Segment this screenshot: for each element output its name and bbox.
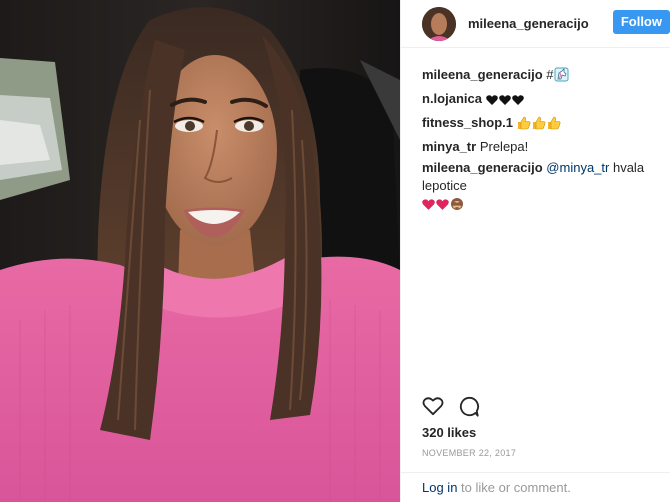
caption-username[interactable]: mileena_generacijo [422,67,543,82]
comment-mention[interactable]: @minya_tr [546,160,609,175]
red-heart-icon [436,198,449,216]
comment-username[interactable]: n.lojanica [422,91,482,106]
comment-text: Prelepa! [479,139,529,154]
post-date[interactable]: NOVEMBER 22, 2017 [422,448,516,458]
instagram-post: mileena_generacijo Follow mileena_genera… [0,0,670,502]
post-side-panel: mileena_generacijo Follow mileena_genera… [400,0,670,502]
comment-username[interactable]: minya_tr [422,139,476,154]
comment-item: n.lojanica [422,90,667,111]
comment-item: fitness_shop.1 [422,114,667,135]
login-link[interactable]: Log in [422,480,457,495]
likes-count[interactable]: 320 likes [422,425,476,440]
comment-bubble-icon[interactable] [458,396,480,423]
thumbs-up-icon [547,116,561,135]
comment-username[interactable]: mileena_generacijo [422,160,543,175]
black-heart-icon [498,93,511,111]
avatar-image [422,6,456,41]
comment-item: minya_tr Prelepa! [422,138,667,156]
post-photo[interactable] [0,0,400,502]
caption-hashtag[interactable]: # [546,67,553,82]
selfie-image [0,0,400,502]
thumbs-up-icon [517,116,531,135]
thumbs-up-icon [532,116,546,135]
login-prompt-text: to like or comment. [461,480,571,495]
action-bar [422,396,480,423]
black-heart-icon [485,93,498,111]
black-heart-icon [511,93,524,111]
header-username[interactable]: mileena_generacijo [468,16,589,31]
avatar[interactable] [422,6,456,41]
see-no-evil-monkey-icon [450,197,464,216]
unicorn-icon [554,67,569,87]
red-heart-icon [422,198,435,216]
login-prompt: Log in to like or comment. [401,472,670,502]
heart-outline-icon[interactable] [422,396,444,423]
post-header: mileena_generacijo Follow [401,0,670,48]
follow-button[interactable]: Follow [612,10,670,34]
comment-item: mileena_generacijo @minya_tr hvala lepot… [422,159,667,216]
comment-username[interactable]: fitness_shop.1 [422,115,513,130]
caption: mileena_generacijo # [422,66,667,87]
comment-list: mileena_generacijo # n.lojanica fitness_… [422,66,667,219]
